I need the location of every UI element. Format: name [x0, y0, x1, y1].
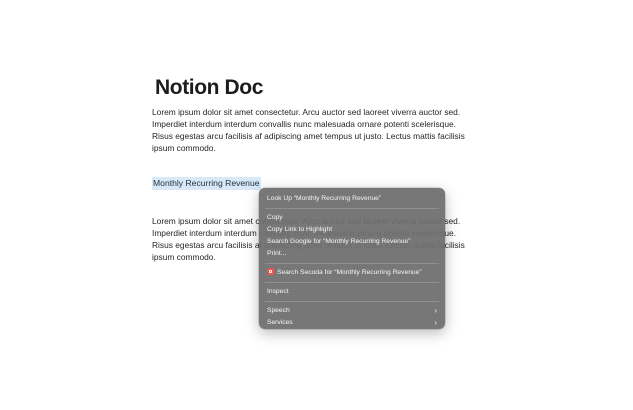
menu-item-services-label: Services	[267, 319, 293, 326]
paragraph-1: Lorem ipsum dolor sit amet consectetur. …	[152, 107, 465, 154]
menu-item-search-google[interactable]: Search Google for “Monthly Recurring Rev…	[259, 236, 445, 248]
menu-item-services[interactable]: Services ›	[259, 317, 445, 329]
menu-item-inspect[interactable]: Inspect	[259, 286, 445, 298]
menu-separator	[265, 263, 439, 264]
chevron-right-icon: ›	[434, 318, 437, 327]
menu-separator	[265, 282, 439, 283]
menu-item-speech-label: Speech	[267, 307, 290, 314]
secoda-app-icon	[267, 268, 274, 275]
menu-separator	[265, 301, 439, 302]
context-menu: Look Up “Monthly Recurring Revenue” Copy…	[259, 188, 445, 329]
menu-separator	[265, 208, 439, 209]
menu-item-search-secoda[interactable]: Search Secoda for “Monthly Recurring Rev…	[259, 267, 445, 279]
chevron-right-icon: ›	[434, 306, 437, 315]
menu-item-search-secoda-label: Search Secoda for “Monthly Recurring Rev…	[277, 269, 422, 276]
menu-item-look-up[interactable]: Look Up “Monthly Recurring Revenue”	[259, 193, 445, 205]
page-title: Notion Doc	[155, 76, 263, 99]
menu-item-print[interactable]: Print...	[259, 248, 445, 260]
menu-item-copy-link-to-highlight[interactable]: Copy Link to Highlight	[259, 224, 445, 236]
menu-item-speech[interactable]: Speech ›	[259, 305, 445, 317]
selected-text[interactable]: Monthly Recurring Revenue	[152, 177, 261, 190]
menu-item-copy[interactable]: Copy	[259, 212, 445, 224]
